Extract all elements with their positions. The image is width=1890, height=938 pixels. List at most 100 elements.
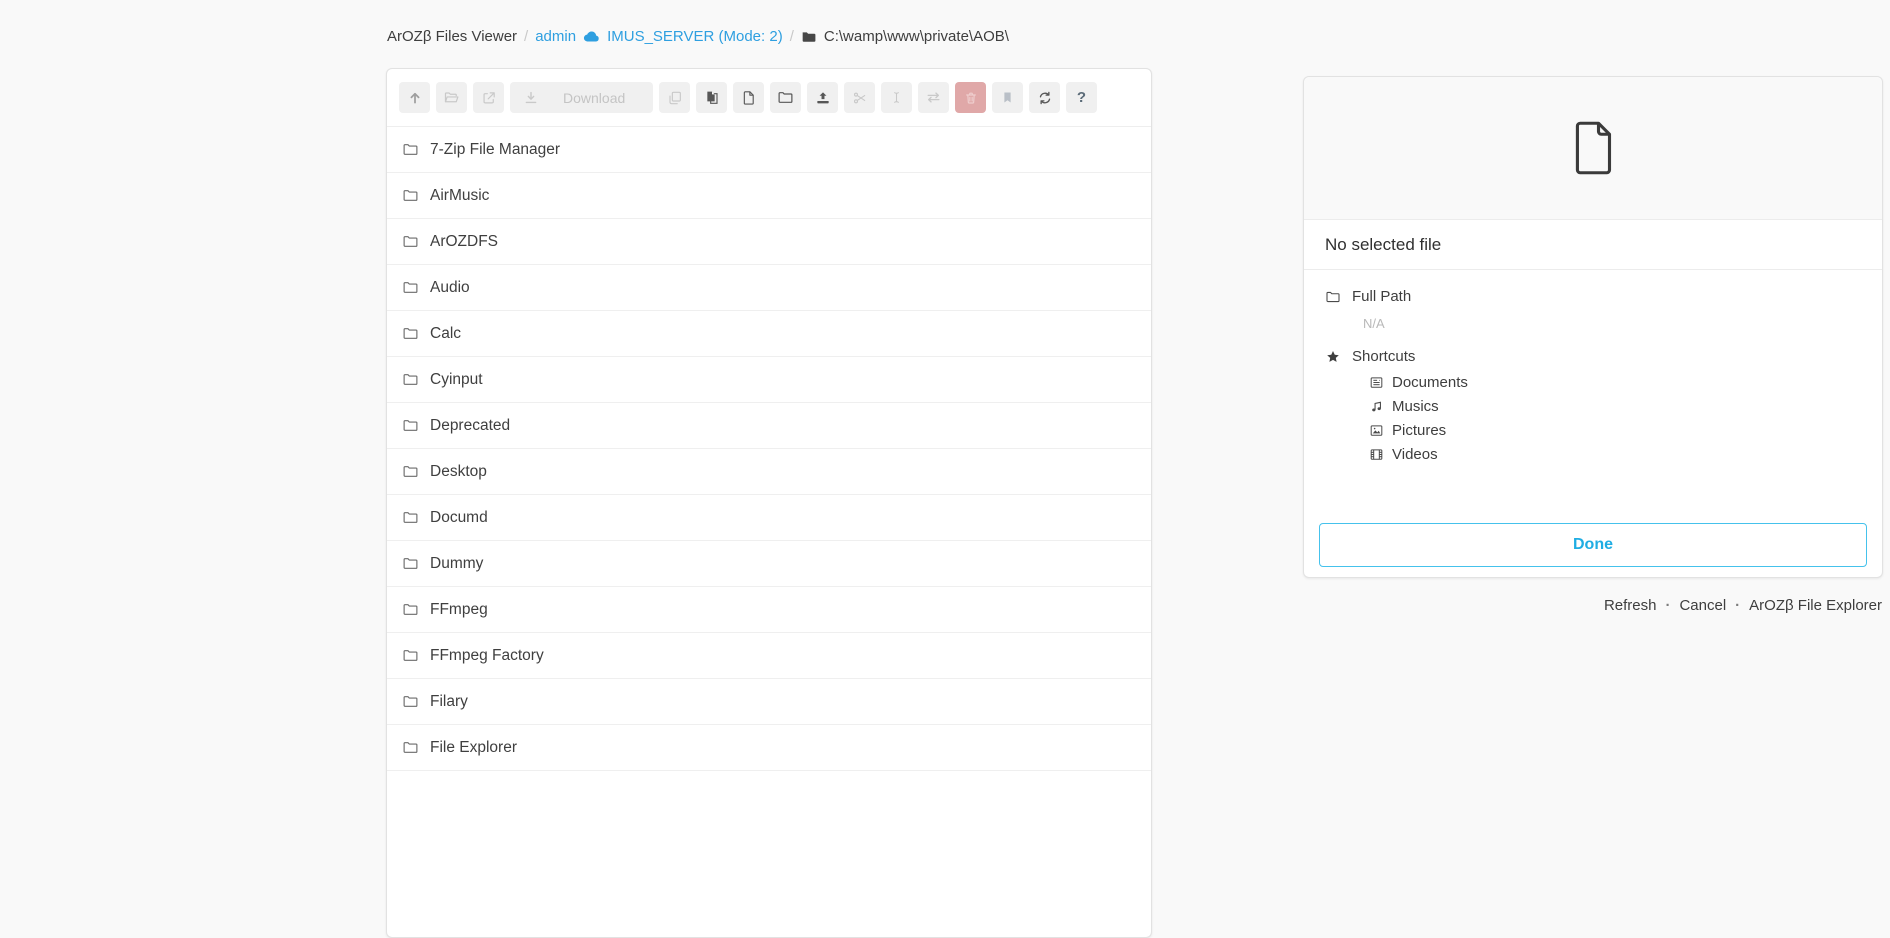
breadcrumb-server-link[interactable]: IMUS_SERVER (Mode: 2) (607, 28, 783, 45)
breadcrumb-separator: / (524, 28, 528, 45)
file-info-panel: No selected file Full Path N/A Shortcuts… (1303, 76, 1883, 578)
help-button[interactable]: ? (1066, 82, 1097, 113)
question-mark-icon: ? (1077, 89, 1086, 106)
folder-open-icon (443, 89, 460, 106)
file-row-audio[interactable]: Audio (387, 265, 1151, 311)
file-preview (1304, 77, 1882, 220)
footer-separator: · (1665, 597, 1670, 614)
file-row-ffmpeg-factory[interactable]: FFmpeg Factory (387, 633, 1151, 679)
move-button[interactable] (918, 82, 949, 113)
file-row-label: 7-Zip File Manager (430, 141, 560, 159)
open-button[interactable] (436, 82, 467, 113)
folder-icon (402, 325, 419, 342)
done-button[interactable]: Done (1319, 523, 1867, 567)
file-row-label: Audio (430, 279, 470, 297)
refresh-link[interactable]: Refresh (1604, 597, 1657, 614)
file-list: 7-Zip File Manager AirMusic ArOZDFS Audi… (387, 127, 1151, 771)
shortcut-pictures[interactable]: Pictures (1369, 418, 1861, 442)
file-row-dummy[interactable]: Dummy (387, 541, 1151, 587)
shortcuts-item: Shortcuts (1325, 343, 1861, 370)
info-body: Full Path N/A Shortcuts Documents (1304, 270, 1882, 479)
breadcrumb-user-link[interactable]: admin (535, 28, 576, 45)
shortcut-label: Videos (1392, 446, 1438, 463)
open-external-button[interactable] (473, 82, 504, 113)
file-row-arozdfs[interactable]: ArOZDFS (387, 219, 1151, 265)
refresh-button[interactable] (1029, 82, 1060, 113)
trash-icon (963, 90, 979, 106)
file-row-desktop[interactable]: Desktop (387, 449, 1151, 495)
footer-links: Refresh · Cancel · ArOZβ File Explorer (1604, 597, 1882, 614)
file-outline-icon (1571, 120, 1615, 176)
folder-icon (402, 601, 419, 618)
navigate-up-button[interactable] (399, 82, 430, 113)
folder-icon (402, 141, 419, 158)
file-row-file-explorer[interactable]: File Explorer (387, 725, 1151, 771)
text-cursor-icon (889, 90, 904, 105)
info-title: No selected file (1304, 220, 1882, 270)
file-row-label: AirMusic (430, 187, 489, 205)
file-row-filary[interactable]: Filary (387, 679, 1151, 725)
file-row-documd[interactable]: Documd (387, 495, 1151, 541)
shortcut-documents[interactable]: Documents (1369, 370, 1861, 394)
file-row-label: File Explorer (430, 739, 517, 757)
full-path-value: N/A (1363, 310, 1861, 343)
arrow-up-icon (407, 90, 423, 106)
folder-icon (402, 463, 419, 480)
swap-arrows-icon (925, 89, 942, 106)
folder-icon (402, 279, 419, 296)
file-row-label: Dummy (430, 555, 483, 573)
file-row-label: Documd (430, 509, 488, 527)
rename-button[interactable] (881, 82, 912, 113)
breadcrumb-separator: / (790, 28, 794, 45)
external-link-icon (481, 90, 497, 106)
file-row-label: Calc (430, 325, 461, 343)
copy-icon (704, 90, 720, 106)
file-row-label: Desktop (430, 463, 487, 481)
new-file-button[interactable] (733, 82, 764, 113)
new-folder-icon (777, 89, 794, 106)
folder-icon (402, 233, 419, 250)
shortcut-label: Musics (1392, 398, 1439, 415)
file-explorer-link[interactable]: ArOZβ File Explorer (1749, 597, 1882, 614)
folder-icon (402, 693, 419, 710)
shortcut-musics[interactable]: Musics (1369, 394, 1861, 418)
file-row-7zip[interactable]: 7-Zip File Manager (387, 127, 1151, 173)
file-row-label: Filary (430, 693, 468, 711)
breadcrumb-path: C:\wamp\www\private\AOB\ (824, 28, 1009, 45)
download-button[interactable]: Download (510, 82, 653, 113)
app-title: ArOZβ Files Viewer (387, 28, 517, 45)
upload-icon (815, 90, 831, 106)
footer-separator: · (1735, 597, 1740, 614)
folder-filled-icon (801, 29, 817, 45)
file-browser-panel: Download (386, 68, 1152, 938)
folder-icon (402, 371, 419, 388)
folder-icon (402, 739, 419, 756)
delete-button[interactable] (955, 82, 986, 113)
download-button-label: Download (563, 90, 625, 106)
cancel-link[interactable]: Cancel (1679, 597, 1726, 614)
duplicate-button[interactable] (659, 82, 690, 113)
file-row-deprecated[interactable]: Deprecated (387, 403, 1151, 449)
bookmark-button[interactable] (992, 82, 1023, 113)
folder-icon (402, 647, 419, 664)
file-row-airmusic[interactable]: AirMusic (387, 173, 1151, 219)
file-row-label: ArOZDFS (430, 233, 498, 251)
shortcut-videos[interactable]: Videos (1369, 442, 1861, 466)
full-path-item: Full Path (1325, 283, 1861, 310)
copy-button[interactable] (696, 82, 727, 113)
upload-button[interactable] (807, 82, 838, 113)
file-row-calc[interactable]: Calc (387, 311, 1151, 357)
breadcrumb: ArOZβ Files Viewer / admin IMUS_SERVER (… (387, 28, 1009, 45)
new-folder-button[interactable] (770, 82, 801, 113)
file-row-cyinput[interactable]: Cyinput (387, 357, 1151, 403)
shortcut-label: Documents (1392, 374, 1468, 391)
picture-icon (1369, 423, 1384, 438)
toolbar: Download (387, 69, 1151, 127)
cut-button[interactable] (844, 82, 875, 113)
bookmark-icon (1000, 90, 1015, 105)
folder-icon (402, 509, 419, 526)
download-icon (523, 90, 539, 106)
file-row-label: Deprecated (430, 417, 510, 435)
file-row-ffmpeg[interactable]: FFmpeg (387, 587, 1151, 633)
shortcuts-label: Shortcuts (1352, 348, 1415, 365)
